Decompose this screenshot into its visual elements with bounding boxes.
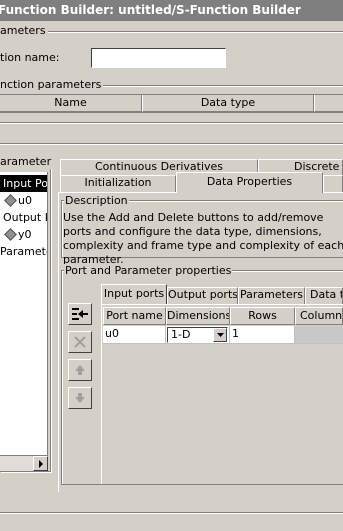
grid-header-dimensions[interactable]: Dimensions (166, 307, 230, 325)
dimensions-value: 1-D (171, 328, 191, 341)
cell-port-name[interactable]: u0 (103, 326, 166, 344)
tree-hscrollbar[interactable] (0, 456, 48, 471)
grid-header-rows[interactable]: Rows (230, 307, 295, 325)
grid-header-port-name[interactable]: Port name (103, 307, 166, 325)
move-down-button[interactable] (68, 387, 92, 409)
subtab-output-ports[interactable]: Output ports (167, 287, 238, 304)
arrow-up-icon (75, 365, 85, 375)
port-tree[interactable]: Input Por u0 Output Po y0 Parameter (0, 172, 48, 456)
cell-rows[interactable]: 1 (230, 326, 295, 344)
tree-item-y0-label: y0 (18, 228, 32, 241)
description-legend: Description (64, 194, 129, 208)
extra-column-header[interactable] (314, 95, 343, 112)
tree-item-u0[interactable]: u0 (0, 192, 47, 209)
tab-data-properties[interactable]: Data Properties (176, 172, 323, 193)
diamond-icon (4, 228, 17, 241)
add-port-button[interactable] (68, 303, 92, 325)
bottom-separator (0, 512, 343, 513)
scroll-right-arrow-icon (38, 459, 43, 468)
grid-header-columns[interactable]: Columns (295, 307, 343, 325)
cell-columns (295, 326, 343, 344)
tree-item-parameters[interactable]: Parameter (0, 243, 47, 260)
subtab-input-ports[interactable]: Input ports (101, 284, 167, 305)
tree-item-input-ports[interactable]: Input Por (0, 175, 47, 192)
move-up-button[interactable] (68, 359, 92, 381)
dimensions-select[interactable]: 1-D (167, 327, 228, 343)
tree-legend: arameter (0, 155, 54, 169)
subtab-data-type[interactable]: Data ty (305, 287, 343, 304)
description-text: Use the Add and Delete buttons to add/re… (63, 211, 343, 266)
chevron-down-icon (216, 333, 224, 337)
delete-icon (74, 336, 86, 348)
arrow-down-icon (75, 393, 85, 403)
add-row-icon (72, 308, 88, 320)
tree-item-y0[interactable]: y0 (0, 226, 47, 243)
data-type-column-header[interactable]: Data type (142, 95, 314, 112)
title-bar: Function Builder: untitled/S-Function Bu… (0, 0, 343, 21)
section-separator (0, 122, 343, 123)
section-separator-2 (0, 143, 343, 144)
tree-item-u0-label: u0 (18, 194, 32, 207)
delete-port-button[interactable] (68, 331, 92, 353)
dimensions-dropdown-button[interactable] (213, 328, 227, 342)
tree-item-output-ports[interactable]: Output Po (0, 209, 47, 226)
diamond-icon (4, 194, 17, 207)
scroll-right-button[interactable] (33, 456, 48, 471)
cell-dimensions[interactable]: 1-D (166, 326, 230, 344)
function-parameters-legend: nction parameters (0, 78, 104, 92)
function-name-label: tion name: (0, 51, 60, 64)
name-column-header[interactable]: Name (0, 95, 142, 112)
subtab-parameters[interactable]: Parameters (238, 287, 305, 304)
tab-initialization[interactable]: Initialization (60, 175, 176, 192)
port-properties-legend: Port and Parameter properties (64, 264, 233, 278)
param-table-header: Name Data type (0, 94, 343, 113)
parameters-legend: ameters (0, 24, 48, 38)
tab-overflow[interactable] (323, 175, 343, 192)
function-name-input[interactable] (91, 48, 226, 68)
parameters-group-line (0, 31, 343, 32)
